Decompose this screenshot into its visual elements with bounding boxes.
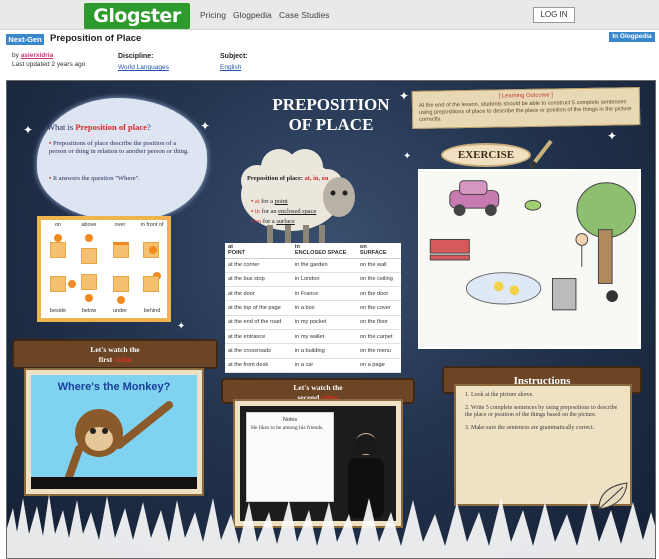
whiteboard-title: Notes <box>282 417 298 423</box>
by-label: by <box>12 52 19 59</box>
exercise-sketch-image[interactable] <box>418 169 641 349</box>
ball-shape <box>85 294 93 302</box>
table-header-row: at POINT in ENCLOSED SPACE on SURFACE <box>225 243 401 259</box>
login-button[interactable]: LOG IN <box>533 7 575 23</box>
definition-cloud: What is Preposition of place? • Preposit… <box>37 98 207 220</box>
box-shape <box>81 274 97 290</box>
table-row: at the front desk in a car on a page <box>225 358 401 374</box>
table-row: at the crossroads in a building on the men… <box>225 343 401 359</box>
learning-outcome-note: [ Learning Outcome ] At the end of the l… <box>411 87 641 129</box>
prep-label-above: above <box>81 222 97 228</box>
first-video-sign: Let's watch the first video <box>12 339 218 369</box>
ball-shape <box>68 280 76 288</box>
preposition-table: at POINT in ENCLOSED SPACE on SURFACE at th… <box>225 243 401 374</box>
glog-title: Preposition of Place <box>50 33 142 44</box>
box-shape <box>143 276 159 292</box>
learning-outcome-text: At the end of the lesson, students shoul… <box>418 99 632 123</box>
sheep-illustration <box>241 149 355 243</box>
page: Glogster Pricing Glogpedia Case Studies … <box>0 0 659 559</box>
table-row: at the door in France on the door <box>225 286 401 302</box>
ball-shape <box>85 234 93 242</box>
preposition-diagram: on above over in front of beside below u… <box>37 216 171 322</box>
pencil-icon <box>529 139 553 169</box>
exercise-label: EXERCISE <box>441 143 531 167</box>
table-row: at the top of the page in a box on the cov… <box>225 300 401 316</box>
table-row: at the end of the road in my pocket on the… <box>225 315 401 331</box>
prep-label-in-front-of: in front of <box>140 222 164 228</box>
star-icon: ✦ <box>403 151 412 162</box>
prep-label-on: on <box>54 222 62 228</box>
definition-bullet: • It answers the question "Where". <box>49 175 140 182</box>
box-shape <box>81 248 97 264</box>
sheep-heading: Preposition of place: at, in, on <box>247 175 329 182</box>
nav-pricing-link[interactable]: Pricing <box>200 10 226 20</box>
star-icon: ✦ <box>23 123 34 137</box>
author-line: by asierxidria <box>12 52 53 59</box>
top-nav-bar: Glogster Pricing Glogpedia Case Studies … <box>0 0 659 30</box>
box-shape <box>113 276 129 292</box>
box-shape <box>113 242 129 258</box>
last-updated: Last updated 2 years ago <box>12 61 86 68</box>
instruction-item: 1. Look at the picture above. <box>465 392 534 398</box>
first-video-frame: Where's the Monkey? <box>24 368 204 496</box>
subject-link[interactable]: English <box>220 64 241 71</box>
prep-label-below: below <box>81 308 97 314</box>
nav-case-studies-link[interactable]: Case Studies <box>279 10 330 20</box>
table-row: at the corner in the garden on the wall <box>225 258 401 273</box>
sheep-rules-list: • at for a point • in for an enclosed sp… <box>251 197 361 227</box>
definition-question: What is Preposition of place? <box>47 122 151 132</box>
glogpedia-badge[interactable]: In Glogpedia <box>609 32 655 42</box>
table-row: at the bus stop in London on the ceiling <box>225 272 401 288</box>
table-header: in ENCLOSED SPACE <box>291 243 357 259</box>
leaf-icon <box>598 482 628 510</box>
monkey-icon <box>65 401 173 479</box>
ball-shape <box>117 296 125 304</box>
prep-label-over: over <box>114 222 126 228</box>
next-gen-badge: Next-Gen <box>6 34 44 45</box>
discipline-label: Discipline: <box>118 53 154 60</box>
rule-item: • on for a surface <box>251 218 295 225</box>
prep-label-beside: beside <box>49 308 67 314</box>
whiteboard-sentence: He likes to be among his friends. <box>251 425 324 431</box>
poster-main-title: PREPOSITION OF PLACE <box>272 95 390 134</box>
star-icon: ✦ <box>177 321 186 332</box>
first-video-title: Where's the Monkey? <box>57 381 171 393</box>
definition-bullet: • Prepositions of place describe the pos… <box>49 140 189 155</box>
ball-shape <box>149 246 157 254</box>
rule-item: • at for a point <box>251 198 288 205</box>
glogster-logo[interactable]: Glogster <box>84 3 190 29</box>
author-link[interactable]: asierxidria <box>21 52 54 59</box>
rule-item: • in for an enclosed space <box>251 208 317 215</box>
table-header: on SURFACE <box>356 243 401 259</box>
box-shape <box>50 242 66 258</box>
grass-decoration <box>7 494 655 558</box>
table-header: at POINT <box>225 243 292 259</box>
instruction-item: 2. Write 5 complete sentences by using p… <box>465 404 618 419</box>
first-video-player[interactable]: Where's the Monkey? <box>31 375 197 489</box>
ball-shape <box>54 234 62 242</box>
discipline-link[interactable]: World Languages <box>118 64 169 71</box>
nav-glogpedia-link[interactable]: Glogpedia <box>233 10 272 20</box>
prep-label-under: under <box>112 308 128 314</box>
subject-label: Subject: <box>220 53 248 60</box>
prep-label-behind: behind <box>143 308 161 314</box>
glog-poster: ✦ ✦ ✦ ✦ ✦ ✦ What is Preposition of place… <box>6 80 656 559</box>
star-icon: ✦ <box>200 119 211 133</box>
table-row: at the entrance in my wallet on the carpet <box>225 329 401 345</box>
star-icon: ✦ <box>607 129 618 143</box>
instruction-item: 3. Make sure the sentences are grammatic… <box>465 424 595 431</box>
box-shape <box>50 276 66 292</box>
